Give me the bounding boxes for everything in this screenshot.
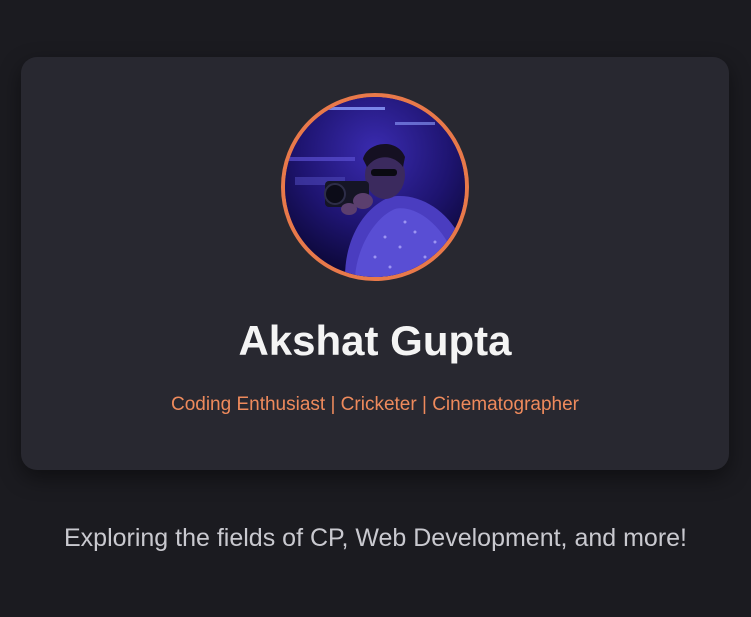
avatar [281, 93, 469, 281]
profile-tagline: Coding Enthusiast | Cricketer | Cinemato… [170, 394, 579, 415]
profile-name: Akshat Gupta [238, 317, 512, 364]
profile-photo-icon [285, 97, 465, 277]
profile-card: Akshat Gupta Coding Enthusiast | Cricket… [21, 57, 729, 470]
intro-text: Exploring the fields of CP, Web Developm… [63, 524, 688, 552]
